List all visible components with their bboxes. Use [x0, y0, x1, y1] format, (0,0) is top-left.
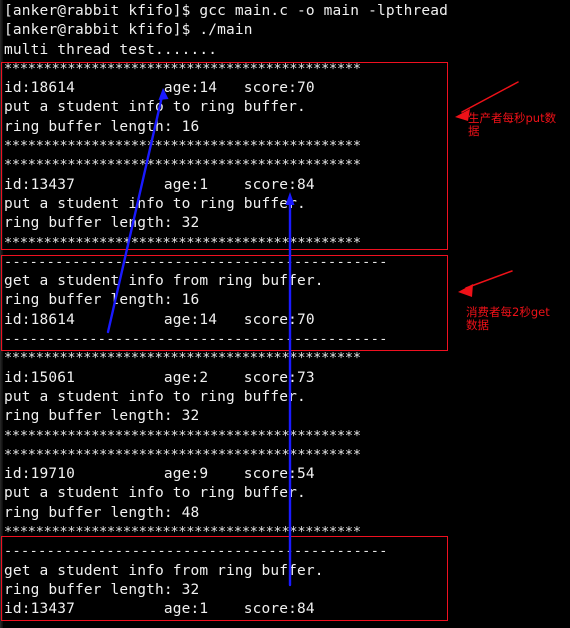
terminal-output[interactable]: [anker@rabbit kfifo]$ gcc main.c -o main… — [0, 0, 448, 628]
put-action-line: put a student info to ring buffer. — [4, 485, 306, 502]
put-action-line: put a student info to ring buffer. — [4, 195, 306, 212]
command-line-run: [anker@rabbit kfifo]$ ./main — [4, 22, 253, 39]
annotation-label-producer: 生产者每秒put数据 — [468, 111, 557, 138]
dash-separator: ----------------------------------------… — [4, 620, 440, 628]
window-left-edge — [0, 0, 3, 628]
star-separator: ****************************************… — [4, 138, 361, 155]
program-start-message: multi thread test....... — [4, 41, 218, 58]
student-id-line: id:18614 age:14 score:70 — [4, 80, 315, 97]
student-id-line: id:13437 age:1 score:84 — [4, 176, 315, 193]
star-separator: ****************************************… — [4, 350, 361, 367]
star-separator: ****************************************… — [4, 60, 361, 77]
ring-buffer-length-line: ring buffer length: 32 — [4, 408, 200, 425]
star-separator: ****************************************… — [4, 234, 361, 251]
command-line-compile: [anker@rabbit kfifo]$ gcc main.c -o main… — [4, 3, 448, 19]
dash-separator: ----------------------------------------… — [4, 253, 388, 270]
ring-buffer-length-line: ring buffer length: 16 — [4, 118, 200, 135]
star-separator: ****************************************… — [4, 157, 361, 174]
dash-separator: ----------------------------------------… — [4, 543, 388, 560]
ring-buffer-length-line: ring buffer length: 48 — [4, 504, 200, 521]
annotation-label-consumer: 消费者每2秒get数据 — [466, 305, 550, 332]
star-separator: ****************************************… — [4, 524, 361, 541]
student-id-line: id:18614 age:14 score:70 — [4, 311, 315, 328]
star-separator: ****************************************… — [4, 427, 361, 444]
terminal-screenshot: [anker@rabbit kfifo]$ gcc main.c -o main… — [0, 0, 570, 628]
callout-arrow-consumer — [465, 270, 513, 289]
put-action-line: put a student info to ring buffer. — [4, 388, 306, 405]
ring-buffer-length-line: ring buffer length: 32 — [4, 215, 200, 232]
dash-separator: ----------------------------------------… — [4, 331, 388, 348]
callout-arrow-producer — [461, 81, 519, 113]
callout-arrowhead-consumer — [458, 284, 473, 297]
put-action-line: put a student info to ring buffer. — [4, 99, 306, 116]
student-id-line: id:13437 age:1 score:84 — [4, 601, 315, 618]
ring-buffer-length-line: ring buffer length: 16 — [4, 292, 200, 309]
star-separator: ****************************************… — [4, 446, 361, 463]
student-id-line: id:19710 age:9 score:54 — [4, 466, 315, 483]
ring-buffer-length-line: ring buffer length: 32 — [4, 581, 200, 598]
student-id-line: id:15061 age:2 score:73 — [4, 369, 315, 386]
get-action-line: get a student info from ring buffer. — [4, 273, 324, 290]
get-action-line: get a student info from ring buffer. — [4, 562, 324, 579]
